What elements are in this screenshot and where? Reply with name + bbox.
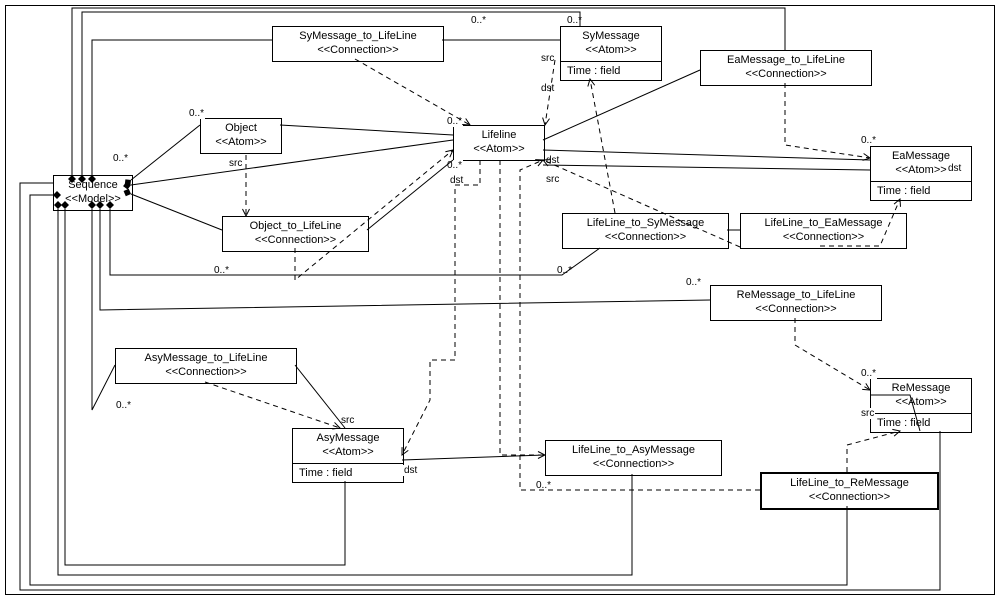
title: Sequence xyxy=(68,179,118,191)
stereotype: <<Connection>> xyxy=(768,491,931,505)
title: EaMessage xyxy=(892,150,950,162)
role-src: src xyxy=(340,415,355,426)
class-remessage: ReMessage <<Atom>> Time : field xyxy=(870,378,972,433)
mult: 0..* xyxy=(115,400,132,411)
mult: 0..* xyxy=(112,153,129,164)
stereotype: <<Connection>> xyxy=(229,234,362,248)
mult: 0..* xyxy=(188,108,205,119)
stereotype: <<Connection>> xyxy=(279,44,437,58)
stereotype: <<Connection>> xyxy=(717,303,875,317)
title: Object_to_LifeLine xyxy=(250,220,342,232)
class-remessage-to-lifeline: ReMessage_to_LifeLine <<Connection>> xyxy=(710,285,882,321)
class-object-to-lifeline: Object_to_LifeLine <<Connection>> xyxy=(222,216,369,252)
class-eamessage-to-lifeline: EaMessage_to_LifeLine <<Connection>> xyxy=(700,50,872,86)
attr-time: Time : field xyxy=(561,62,661,80)
title: Object xyxy=(225,122,257,134)
stereotype: <<Connection>> xyxy=(122,366,290,380)
role-dst: dst xyxy=(947,163,962,174)
title: LifeLine_to_ReMessage xyxy=(790,477,909,489)
mult: 0..* xyxy=(470,15,487,26)
class-symessage: SyMessage <<Atom>> Time : field xyxy=(560,26,662,81)
mult: 0..* xyxy=(566,15,583,26)
stereotype: <<Connection>> xyxy=(747,231,900,245)
attr-time: Time : field xyxy=(871,414,971,432)
title: SyMessage_to_LifeLine xyxy=(299,30,416,42)
role-src: src xyxy=(228,158,243,169)
stereotype: <<Model>> xyxy=(60,193,126,207)
class-lifeline-to-eamessage: LifeLine_to_EaMessage <<Connection>> xyxy=(740,213,907,249)
title: Lifeline xyxy=(482,129,517,141)
class-lifeline-to-remessage: LifeLine_to_ReMessage <<Connection>> xyxy=(760,472,939,510)
class-lifeline-to-symessage: LifeLine_to_SyMessage <<Connection>> xyxy=(562,213,729,249)
stereotype: <<Atom>> xyxy=(877,396,965,410)
role-dst: dst xyxy=(545,155,560,166)
title: AsyMessage_to_LifeLine xyxy=(145,352,268,364)
title: ReMessage_to_LifeLine xyxy=(737,289,856,301)
role-src: src xyxy=(540,53,555,64)
role-dst: dst xyxy=(540,83,555,94)
title: AsyMessage xyxy=(317,432,380,444)
mult: 0..* xyxy=(446,160,463,171)
title: LifeLine_to_SyMessage xyxy=(587,217,704,229)
title: LifeLine_to_EaMessage xyxy=(764,217,882,229)
stereotype: <<Atom>> xyxy=(207,136,275,150)
class-asymessage: AsyMessage <<Atom>> Time : field xyxy=(292,428,404,483)
mult: 0..* xyxy=(685,277,702,288)
title: LifeLine_to_AsyMessage xyxy=(572,444,695,456)
mult: 0..* xyxy=(535,480,552,491)
mult: 0..* xyxy=(446,116,463,127)
class-sequence: Sequence <<Model>> xyxy=(53,175,133,211)
mult: 0..* xyxy=(556,265,573,276)
class-object: Object <<Atom>> xyxy=(200,118,282,154)
title: EaMessage_to_LifeLine xyxy=(727,54,845,66)
stereotype: <<Atom>> xyxy=(299,446,397,460)
class-asymessage-to-lifeline: AsyMessage_to_LifeLine <<Connection>> xyxy=(115,348,297,384)
class-lifeline-to-asymessage: LifeLine_to_AsyMessage <<Connection>> xyxy=(545,440,722,476)
role-src: src xyxy=(545,174,560,185)
mult: 0..* xyxy=(860,368,877,379)
title: SyMessage xyxy=(582,30,639,42)
stereotype: <<Atom>> xyxy=(460,143,538,157)
stereotype: <<Connection>> xyxy=(707,68,865,82)
stereotype: <<Atom>> xyxy=(567,44,655,58)
title: ReMessage xyxy=(892,382,951,394)
role-src: src xyxy=(860,408,875,419)
attr-time: Time : field xyxy=(871,182,971,200)
stereotype: <<Connection>> xyxy=(569,231,722,245)
mult: 0..* xyxy=(860,135,877,146)
role-dst: dst xyxy=(403,465,418,476)
class-symessage-to-lifeline: SyMessage_to_LifeLine <<Connection>> xyxy=(272,26,444,62)
role-dst: dst xyxy=(449,175,464,186)
class-lifeline: Lifeline <<Atom>> xyxy=(453,125,545,161)
mult: 0..* xyxy=(213,265,230,276)
stereotype: <<Connection>> xyxy=(552,458,715,472)
attr-time: Time : field xyxy=(293,464,403,482)
